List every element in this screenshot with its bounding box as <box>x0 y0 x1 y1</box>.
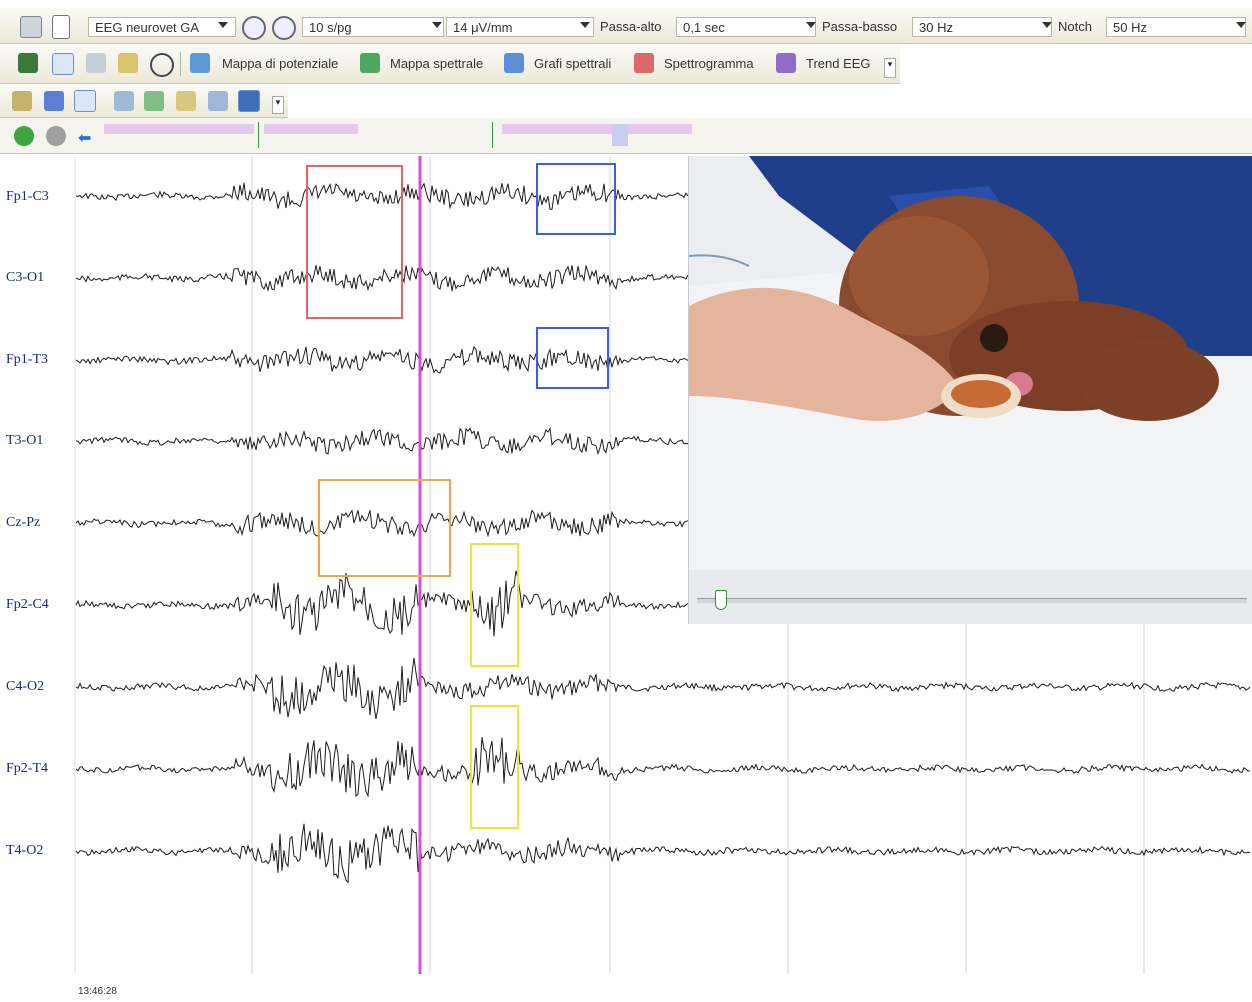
overflow-chevron-icon[interactable]: ▾ <box>272 96 284 114</box>
analysis-toolbar: Mappa di potenziale Mappa spettrale Graf… <box>0 44 900 84</box>
play-icon[interactable] <box>14 126 34 146</box>
timeline-track[interactable] <box>104 122 704 150</box>
sensitivity-select[interactable]: 14 μV/mm <box>446 17 594 37</box>
video-frame <box>689 156 1252 570</box>
time-label: 13:46:28 <box>78 986 117 997</box>
montage-dropdown-icon[interactable] <box>218 22 228 28</box>
spectrogram-button[interactable]: Spettrogramma <box>664 56 754 71</box>
highpass-dropdown-icon[interactable] <box>806 22 816 28</box>
channel-move-icon[interactable] <box>208 91 228 111</box>
spectral-graphs-icon[interactable] <box>504 53 524 73</box>
channel-label-t4-o2: T4-O2 <box>6 843 44 858</box>
notch-dropdown-icon[interactable] <box>1236 22 1246 28</box>
channel-label-t3-o1: T3-O1 <box>6 433 44 448</box>
navigation-timeline: ⬅ <box>0 118 1252 154</box>
highpass-select[interactable]: 0,1 sec <box>676 17 816 37</box>
channel-copy-icon[interactable] <box>176 91 196 111</box>
eeg-trend-icon[interactable] <box>776 53 796 73</box>
lowpass-select[interactable]: 30 Hz <box>912 17 1052 37</box>
window-icon[interactable] <box>44 91 64 111</box>
sensitivity-dropdown-icon[interactable] <box>580 22 590 28</box>
export-page-icon[interactable] <box>12 91 32 111</box>
channel-label-cz-pz: Cz-Pz <box>6 515 41 530</box>
channel-label-fp1-t3: Fp1-T3 <box>6 352 48 367</box>
timeline-segment <box>104 124 254 134</box>
timeline-marker <box>492 122 493 148</box>
toolbar-separator <box>180 52 181 76</box>
print-icon[interactable] <box>20 16 42 38</box>
lowpass-dropdown-icon[interactable] <box>1042 22 1052 28</box>
channel-label-fp2-c4: Fp2-C4 <box>6 597 49 612</box>
spectral-graphs-button[interactable]: Grafi spettrali <box>534 56 611 71</box>
timeline-position-handle[interactable] <box>612 124 628 146</box>
select-pointer-icon[interactable] <box>52 53 74 75</box>
eeg-trace <box>75 182 689 210</box>
timeline-segment <box>264 124 358 134</box>
channel-label-c3-o1: C3-O1 <box>6 270 45 285</box>
potential-map-icon[interactable] <box>190 53 210 73</box>
spectrogram-icon[interactable] <box>634 53 654 73</box>
search-icon[interactable] <box>150 53 174 77</box>
video-seek-track[interactable] <box>697 598 1247 603</box>
page-icon[interactable] <box>52 15 70 39</box>
eeg-trace <box>75 345 689 374</box>
channel-add-icon[interactable] <box>114 91 134 111</box>
speed-select[interactable]: 10 s/pg <box>302 17 444 37</box>
overflow-chevron-icon[interactable]: ▾ <box>884 58 896 78</box>
back-arrow-icon[interactable]: ⬅ <box>78 128 91 148</box>
speed-dropdown-icon[interactable] <box>432 22 442 28</box>
display-icon[interactable] <box>238 90 260 112</box>
annotate-icon[interactable] <box>118 53 138 73</box>
timeline-marker <box>258 122 259 148</box>
spectral-map-icon[interactable] <box>360 53 380 73</box>
video-panel[interactable] <box>688 156 1252 624</box>
lowpass-label: Passa-basso <box>822 19 898 34</box>
notch-label: Notch <box>1058 19 1092 34</box>
channel-label-c4-o2: C4-O2 <box>6 679 45 694</box>
zoom-in-icon[interactable] <box>242 16 266 40</box>
annotation-box[interactable] <box>470 543 519 667</box>
timeline-segment <box>502 124 692 134</box>
filter-toolbar: EEG neurovet GA 10 s/pg 14 μV/mm Passa-a… <box>0 8 1252 44</box>
measure-icon[interactable] <box>86 53 106 73</box>
potential-map-button[interactable]: Mappa di potenziale <box>222 56 338 71</box>
montage-select[interactable]: EEG neurovet GA <box>88 17 236 37</box>
spectral-map-button[interactable]: Mappa spettrale <box>390 56 483 71</box>
channel-label-fp2-t4: Fp2-T4 <box>6 761 48 776</box>
zoom-out-icon[interactable] <box>272 16 296 40</box>
eeg-trend-button[interactable]: Trend EEG <box>806 56 871 71</box>
annotation-box[interactable] <box>306 165 403 319</box>
notch-select[interactable]: 50 Hz <box>1106 17 1246 37</box>
video-seek-handle[interactable] <box>715 590 727 610</box>
eeg-trace <box>75 509 689 538</box>
channel-label-fp1-c3: Fp1-C3 <box>6 189 49 204</box>
export-icon[interactable] <box>18 53 38 73</box>
view-toolbar: ▾ <box>0 84 288 118</box>
eeg-trace <box>75 426 689 456</box>
eeg-trace <box>75 570 689 637</box>
highpass-label: Passa-alto <box>600 19 662 34</box>
grid-toggle-icon[interactable] <box>74 90 96 112</box>
channel-group-icon[interactable] <box>144 91 164 111</box>
stop-icon[interactable] <box>46 126 66 146</box>
eeg-trace <box>75 265 689 293</box>
